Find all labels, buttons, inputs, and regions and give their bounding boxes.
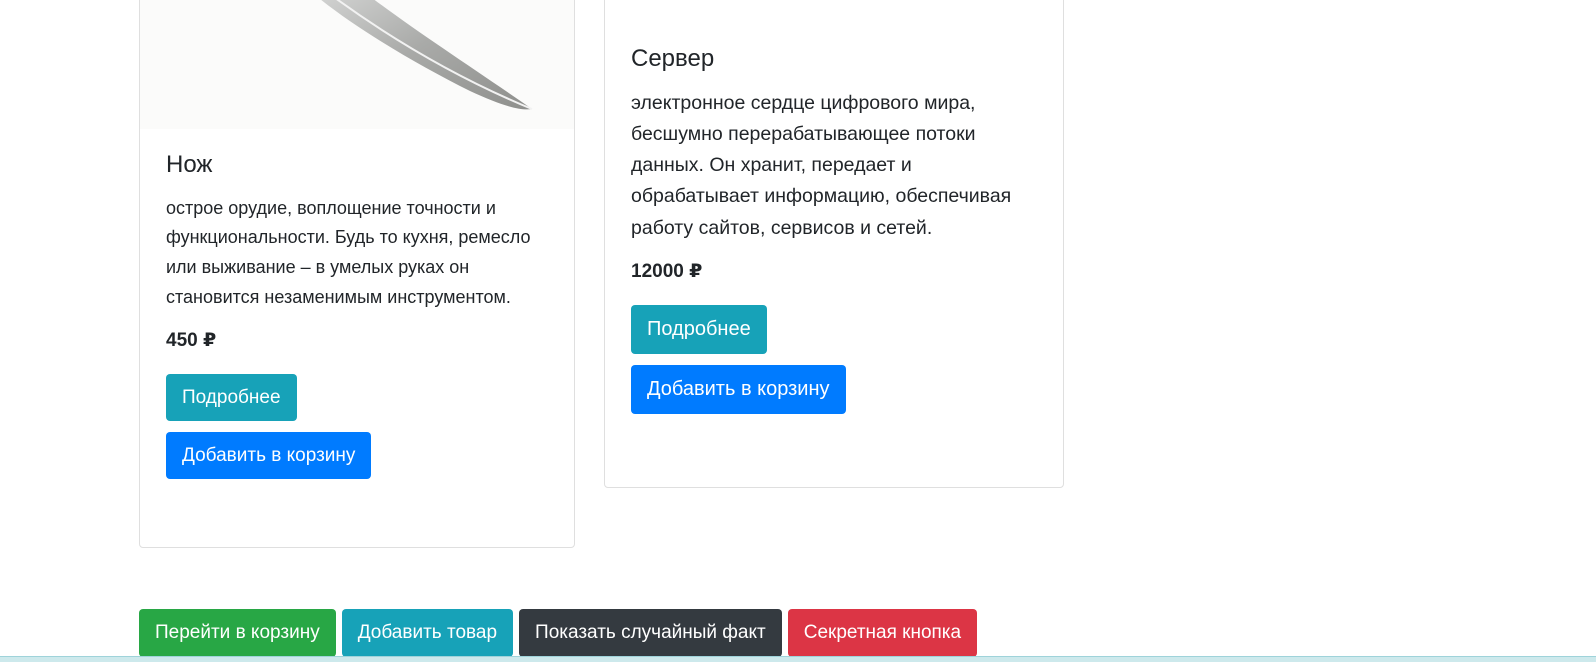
product-price: 12000 ₽ <box>631 260 703 282</box>
product-page: Нож острое орудие, воплощение точности и… <box>0 0 1596 662</box>
secret-button[interactable]: Секретная кнопка <box>787 609 978 657</box>
server-icon <box>613 0 1057 15</box>
product-description: острое орудие, воплощение точности и фун… <box>166 197 531 307</box>
go-to-cart-button[interactable]: Перейти в корзину <box>139 609 336 657</box>
product-title: Нож <box>166 151 213 178</box>
product-price: 450 ₽ <box>166 329 217 351</box>
product-image-server <box>605 0 1063 17</box>
add-to-cart-button[interactable]: Добавить в корзину <box>631 364 846 414</box>
product-title: Сервер <box>631 45 715 72</box>
product-card-server: Сервер электронное сердце цифрового мира… <box>604 0 1064 488</box>
details-button[interactable]: Подробнее <box>166 373 297 421</box>
random-fact-button[interactable]: Показать случайный факт <box>519 609 782 657</box>
add-to-cart-button[interactable]: Добавить в корзину <box>166 431 372 479</box>
product-card-body: Нож острое орудие, воплощение точности и… <box>166 151 550 490</box>
details-button[interactable]: Подробнее <box>631 304 767 354</box>
product-description: электронное сердце цифрового мира, бесшу… <box>631 91 1012 239</box>
product-card-knife: Нож острое орудие, воплощение точности и… <box>139 0 575 548</box>
knife-icon <box>321 0 533 110</box>
add-product-button[interactable]: Добавить товар <box>341 609 514 657</box>
footer-strip <box>0 656 1596 662</box>
product-image-knife <box>140 0 574 129</box>
action-bar: Перейти в корзину Добавить товар Показат… <box>139 609 978 657</box>
product-card-body: Сервер электронное сердце цифрового мира… <box>631 45 1039 425</box>
